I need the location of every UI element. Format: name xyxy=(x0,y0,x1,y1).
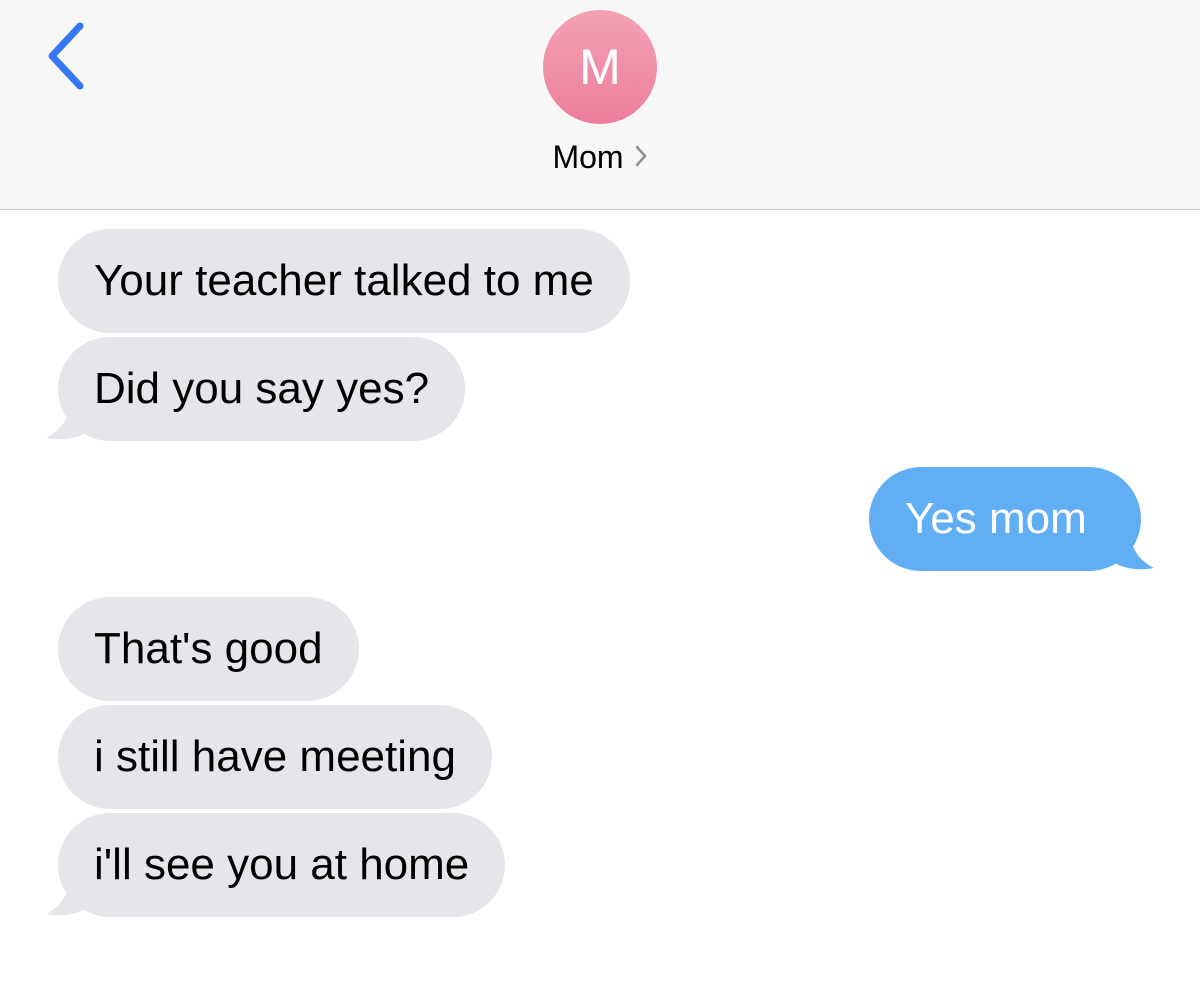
messages-screen: M Mom Your teacher talked to me Did you … xyxy=(0,0,1200,1004)
back-button[interactable] xyxy=(38,18,98,94)
message-text: i'll see you at home xyxy=(94,840,470,889)
message-text: Your teacher talked to me xyxy=(94,256,594,305)
message-text: That's good xyxy=(94,624,323,673)
message-text: i still have meeting xyxy=(94,732,456,781)
incoming-message-bubble[interactable]: i still have meeting xyxy=(58,705,492,809)
message-text: Did you say yes? xyxy=(94,364,430,413)
conversation-header: M Mom xyxy=(0,0,1200,210)
chevron-left-icon xyxy=(48,22,84,90)
contact-name-button[interactable]: Mom xyxy=(0,138,1200,179)
contact-name: Mom xyxy=(552,139,624,175)
incoming-message-bubble[interactable]: Your teacher talked to me xyxy=(58,229,630,333)
avatar[interactable]: M xyxy=(543,10,657,124)
chevron-right-icon xyxy=(634,138,648,176)
message-text: Yes mom xyxy=(905,494,1087,543)
outgoing-message-bubble[interactable]: Yes mom xyxy=(869,467,1141,571)
incoming-message-bubble[interactable]: That's good xyxy=(58,597,359,701)
incoming-message-bubble[interactable]: i'll see you at home xyxy=(58,813,506,917)
incoming-message-bubble[interactable]: Did you say yes? xyxy=(58,337,466,441)
